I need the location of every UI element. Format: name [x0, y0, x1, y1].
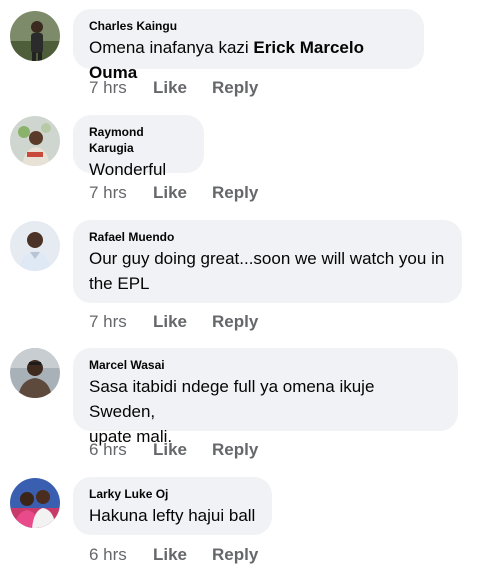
comment-timestamp[interactable]: 7 hrs	[89, 182, 127, 204]
avatar[interactable]	[10, 348, 60, 398]
comment-text-line: Our guy doing great...soon we will watch…	[89, 249, 445, 268]
profile-photo-icon	[10, 116, 60, 166]
comment-text-line: Sasa itabidi ndege full ya omena ikuje S…	[89, 377, 375, 421]
comment-bubble: Marcel Wasai Sasa itabidi ndege full ya …	[73, 348, 458, 446]
profile-photo-icon	[10, 221, 60, 271]
comment-timestamp[interactable]: 6 hrs	[89, 544, 127, 566]
comment-text-part: Omena inafanya kazi	[89, 38, 254, 57]
comment-author[interactable]: Raymond Karugia	[89, 124, 188, 156]
comment-author[interactable]: Marcel Wasai	[89, 357, 442, 373]
like-button[interactable]: Like	[153, 182, 187, 204]
comment-timestamp[interactable]: 7 hrs	[89, 77, 127, 99]
like-button[interactable]: Like	[153, 544, 187, 566]
avatar[interactable]	[10, 11, 60, 61]
avatar[interactable]	[10, 116, 60, 166]
like-button[interactable]: Like	[153, 77, 187, 99]
comment-text: Our guy doing great...soon we will watch…	[89, 246, 446, 296]
comment-timestamp[interactable]: 6 hrs	[89, 439, 127, 461]
comment-author[interactable]: Charles Kaingu	[89, 18, 408, 34]
like-button[interactable]: Like	[153, 439, 187, 461]
comment-text: Wonderful	[89, 160, 167, 179]
reply-button[interactable]: Reply	[212, 439, 258, 461]
comment-bubble: Larky Luke Oj Hakuna lefty hajui ball	[73, 477, 272, 535]
comment-bubble: Raymond Karugia Wonderful	[73, 115, 204, 179]
reply-button[interactable]: Reply	[212, 182, 258, 204]
comment-text-line: upate mali.	[89, 427, 173, 446]
profile-photo-icon	[10, 348, 60, 398]
comment-bubble: Rafael Muendo Our guy doing great...soon…	[73, 220, 462, 303]
reply-button[interactable]: Reply	[212, 544, 258, 566]
like-button[interactable]: Like	[153, 311, 187, 333]
avatar[interactable]	[10, 478, 60, 528]
comment-timestamp[interactable]: 7 hrs	[89, 311, 127, 333]
comment-author[interactable]: Rafael Muendo	[89, 229, 446, 245]
profile-photo-icon	[10, 11, 60, 61]
comment-bubble: Charles Kaingu Omena inafanya kazi Erick…	[73, 9, 424, 82]
profile-photo-icon	[10, 478, 60, 528]
comment-text: Hakuna lefty hajui ball	[89, 506, 256, 525]
reply-button[interactable]: Reply	[212, 77, 258, 99]
comment-text-line: the EPL	[89, 274, 150, 293]
comment-author[interactable]: Larky Luke Oj	[89, 486, 256, 502]
comment-text: Sasa itabidi ndege full ya omena ikuje S…	[89, 374, 442, 449]
reply-button[interactable]: Reply	[212, 311, 258, 333]
avatar[interactable]	[10, 221, 60, 271]
